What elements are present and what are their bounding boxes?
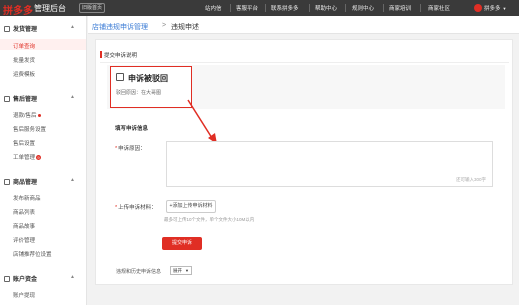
sidebar-item-label: 退款/售后 bbox=[13, 113, 37, 119]
required-mark: * bbox=[115, 146, 118, 152]
notice-title: 申诉被驳回 bbox=[128, 74, 168, 83]
upload-label-text: 上传申诉材料： bbox=[118, 205, 157, 211]
nav-divider bbox=[230, 4, 231, 12]
box-icon bbox=[4, 25, 10, 32]
wallet-icon bbox=[4, 275, 10, 282]
sidebar-item-batch-ship[interactable]: 批量发货 bbox=[13, 56, 35, 64]
upload-button[interactable]: +添加上传申诉材料 bbox=[166, 200, 216, 213]
document-icon bbox=[116, 73, 124, 81]
user-menu[interactable]: 拼多多 ▼ bbox=[474, 3, 506, 13]
nav-divider bbox=[265, 4, 266, 12]
sidebar-item-new-goods[interactable]: 发布新商品 bbox=[13, 194, 41, 202]
sidebar-item-withdraw[interactable]: 账户提现 bbox=[13, 291, 35, 299]
upload-hint: 最多可上传10个文件，单个文件大小10M以内 bbox=[164, 217, 255, 222]
section-label: 售后管理 bbox=[13, 97, 38, 103]
nav-help[interactable]: 帮助中心 bbox=[315, 4, 337, 12]
rejection-reason: 驳回原因：在大哥图 bbox=[116, 90, 162, 96]
goods-icon bbox=[4, 178, 10, 185]
form-title: 填写申诉信息 bbox=[115, 126, 149, 132]
sidebar-section-funds[interactable]: 账户资金 ▲ bbox=[4, 274, 75, 283]
nav-divider bbox=[309, 4, 310, 12]
section-label: 发货管理 bbox=[13, 27, 38, 33]
sidebar-item-aftersale-settings[interactable]: 售后设置 bbox=[13, 139, 35, 147]
reason-label-text: 申诉原因： bbox=[118, 146, 146, 152]
submit-appeal-button[interactable]: 提交申诉 bbox=[162, 237, 202, 250]
sidebar-item-ticket[interactable]: 工单管理 9 bbox=[13, 153, 42, 161]
title-accent-bar bbox=[100, 51, 102, 58]
sidebar: 发货管理 ▲ 订单查询 批量发货 运费模板 售后管理 ▲ 退款/售后 售后服务设… bbox=[0, 16, 87, 305]
chevron-up-icon: ▲ bbox=[70, 94, 75, 100]
old-version-link[interactable]: 旧版首页 bbox=[79, 3, 106, 13]
sidebar-item-refund[interactable]: 退款/售后 bbox=[13, 111, 41, 119]
required-mark: * bbox=[115, 205, 118, 211]
top-bar: 拼多多 管理后台 旧版首页 站内信 客服平台 联系拼多多 帮助中心 规则中心 商… bbox=[0, 0, 519, 17]
divider bbox=[100, 62, 509, 63]
breadcrumb: 店铺违规申诉管理 > 违规申述 bbox=[88, 16, 519, 34]
chevron-up-icon: ▲ bbox=[70, 177, 75, 183]
history-label: 违规和历史申诉信息 bbox=[116, 269, 162, 275]
nav-community[interactable]: 商家社区 bbox=[428, 4, 450, 12]
rejected-status-box: 申诉被驳回 驳回原因：在大哥图 bbox=[110, 66, 192, 108]
sidebar-item-reviews[interactable]: 评价管理 bbox=[13, 236, 35, 244]
char-counter: 还可输入300字 bbox=[455, 177, 486, 182]
count-badge: 9 bbox=[36, 155, 42, 160]
chevron-down-icon: ▼ bbox=[502, 5, 507, 11]
appeal-panel: 提交申诉说明 申诉被驳回 驳回原因：在大哥图 填写申诉信息 *申诉原因： 还可输… bbox=[95, 39, 513, 285]
breadcrumb-separator: > bbox=[162, 22, 167, 29]
sidebar-item-service-settings[interactable]: 售后服务设置 bbox=[13, 125, 46, 133]
nav-customer-service[interactable]: 客服平台 bbox=[236, 4, 258, 12]
chevron-up-icon: ▲ bbox=[70, 24, 75, 30]
logo[interactable]: 拼多多 bbox=[3, 2, 33, 17]
chevron-up-icon: ▲ bbox=[70, 274, 75, 280]
section-label: 商品管理 bbox=[13, 180, 38, 186]
sidebar-item-label: 工单管理 bbox=[13, 155, 36, 161]
sidebar-section-aftersale[interactable]: 售后管理 ▲ bbox=[4, 94, 75, 103]
user-name: 拼多多 bbox=[484, 6, 501, 12]
nav-divider bbox=[345, 4, 346, 12]
reason-textarea[interactable]: 还可输入300字 bbox=[166, 141, 493, 187]
chevron-down-icon: ▼ bbox=[185, 268, 189, 273]
nav-inbox[interactable]: 站内信 bbox=[205, 4, 222, 12]
upload-label: *上传申诉材料： bbox=[115, 203, 157, 211]
sidebar-item-freight[interactable]: 运费模板 bbox=[13, 70, 35, 78]
nav-divider bbox=[383, 4, 384, 12]
history-select[interactable]: 展开 ▼ bbox=[170, 266, 192, 275]
sidebar-section-shipping[interactable]: 发货管理 ▲ bbox=[4, 24, 75, 33]
panel-title: 提交申诉说明 bbox=[104, 53, 138, 59]
breadcrumb-current: 违规申述 bbox=[171, 24, 199, 31]
nav-divider bbox=[420, 4, 421, 12]
sidebar-item-goods-story[interactable]: 商品故事 bbox=[13, 222, 35, 230]
service-icon bbox=[4, 95, 10, 102]
logo-subtitle: 管理后台 bbox=[34, 4, 66, 13]
nav-rules[interactable]: 规则中心 bbox=[352, 4, 374, 12]
sidebar-item-recommend[interactable]: 店铺推荐位设置 bbox=[13, 250, 52, 258]
avatar bbox=[474, 4, 482, 12]
breadcrumb-parent-link[interactable]: 店铺违规申诉管理 bbox=[92, 22, 148, 32]
reason-label: *申诉原因： bbox=[115, 144, 146, 152]
sidebar-item-order-search[interactable]: 订单查询 bbox=[13, 42, 35, 50]
notification-dot bbox=[37, 114, 41, 118]
sidebar-item-goods-list[interactable]: 商品列表 bbox=[13, 208, 35, 216]
nav-training[interactable]: 商家培训 bbox=[389, 4, 411, 12]
section-label: 账户资金 bbox=[13, 277, 38, 283]
select-value: 展开 bbox=[173, 268, 182, 273]
sidebar-section-goods[interactable]: 商品管理 ▲ bbox=[4, 177, 75, 186]
nav-contact[interactable]: 联系拼多多 bbox=[271, 4, 299, 12]
